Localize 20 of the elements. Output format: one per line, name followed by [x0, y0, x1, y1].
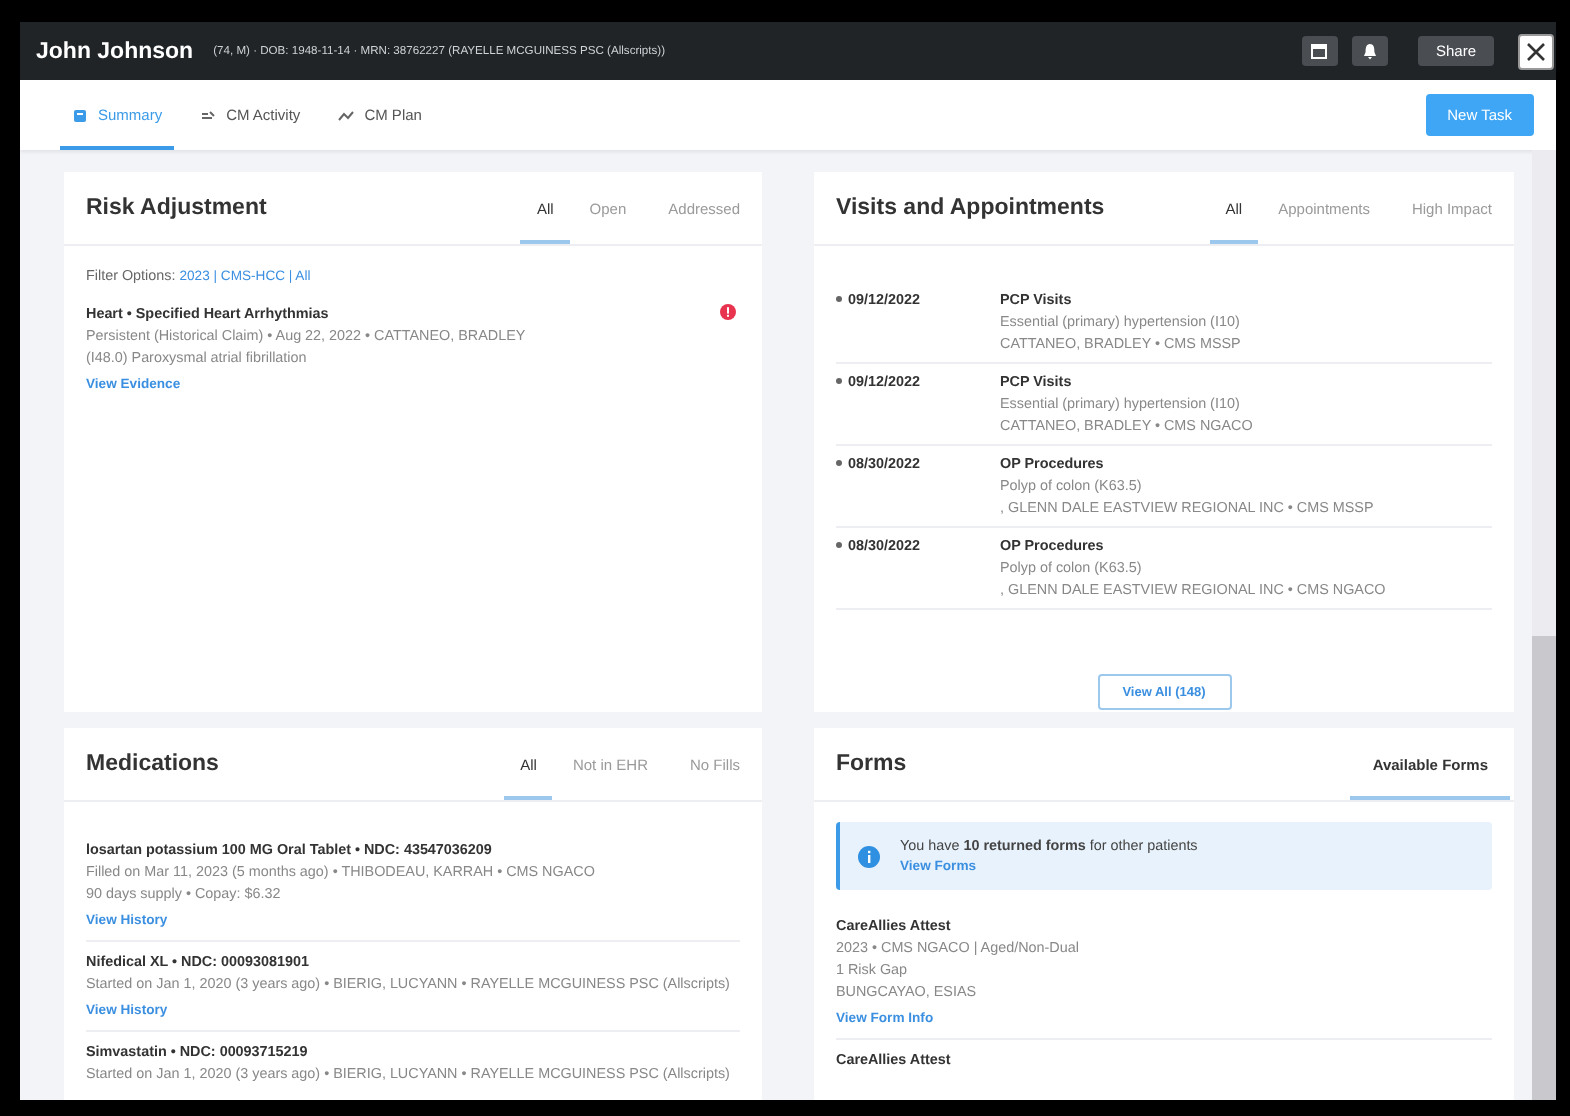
- close-icon: [1526, 41, 1546, 61]
- card-title: Medications: [84, 752, 221, 776]
- list-icon: [200, 107, 217, 123]
- notifications-button[interactable]: [1351, 36, 1388, 66]
- card-title: Visits and Appointments: [834, 196, 1107, 220]
- card-title: Forms: [834, 752, 909, 776]
- patient-name: John Johnson: [36, 39, 194, 63]
- bullet-icon: [836, 296, 842, 302]
- close-button[interactable]: [1518, 33, 1554, 69]
- bullet-icon: [836, 542, 842, 548]
- calendar-button[interactable]: [1301, 36, 1338, 66]
- bullet-icon: [836, 460, 842, 466]
- card-title: Risk Adjustment: [84, 196, 269, 220]
- bullet-icon: [836, 378, 842, 384]
- document-icon: [72, 107, 88, 123]
- scrollbar-thumb[interactable]: [1532, 636, 1556, 1100]
- info-icon: [858, 845, 880, 867]
- trend-line-icon: [338, 107, 355, 123]
- calendar-icon: [1310, 42, 1329, 60]
- bell-icon: [1361, 42, 1378, 60]
